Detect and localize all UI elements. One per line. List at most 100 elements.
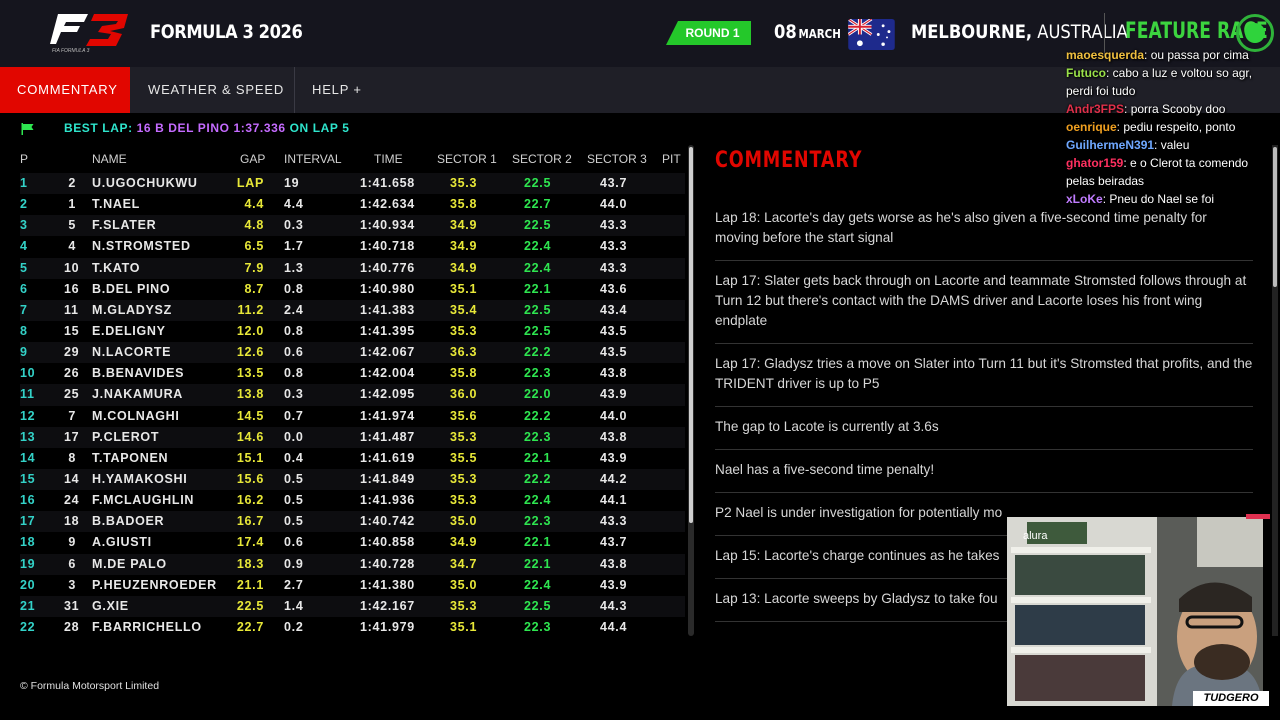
chat-message: oenrique: pediu respeito, ponto bbox=[1066, 118, 1280, 136]
row-sector-3: 43.9 bbox=[600, 387, 628, 402]
tab-help[interactable]: HELP + bbox=[295, 67, 379, 113]
row-car-number: 28 bbox=[64, 619, 80, 634]
row-lap-time: 1:41.395 bbox=[360, 323, 415, 338]
row-sector-2: 22.7 bbox=[524, 197, 552, 212]
row-lap-time: 1:41.849 bbox=[360, 471, 415, 486]
table-row: 16 24 F.MCLAUGHLIN 16.2 0.5 1:41.936 35.3 22.4 4… bbox=[20, 490, 685, 511]
chat-message: Futuco: cabo a luz e voltou so agr, perd… bbox=[1066, 64, 1280, 100]
row-sector-1: 35.8 bbox=[450, 366, 478, 381]
row-position: 4 bbox=[20, 239, 28, 254]
row-sector-3: 43.6 bbox=[600, 281, 628, 296]
row-lap-time: 1:41.936 bbox=[360, 493, 415, 508]
row-gap: 16.2 bbox=[236, 493, 264, 508]
commentary-item: Lap 17: Gladysz tries a move on Slater i… bbox=[715, 344, 1253, 407]
row-lap-time: 1:40.718 bbox=[360, 239, 415, 254]
green-flag-icon bbox=[21, 122, 34, 135]
chat-text: ou passa por cima bbox=[1150, 48, 1249, 62]
row-sector-3: 43.5 bbox=[600, 323, 628, 338]
row-sector-1: 35.3 bbox=[450, 598, 478, 613]
row-interval: 0.5 bbox=[284, 471, 304, 486]
commentary-item: Lap 17: Slater gets back through on Laco… bbox=[715, 261, 1253, 344]
chat-message: maoesquerda: ou passa por cima bbox=[1066, 46, 1280, 64]
header-sector-2: SECTOR 2 bbox=[512, 152, 572, 166]
row-position: 8 bbox=[20, 323, 28, 338]
row-sector-1: 34.9 bbox=[450, 218, 478, 233]
chat-separator: : bbox=[1144, 48, 1151, 62]
row-car-number: 11 bbox=[64, 302, 79, 317]
row-interval: 0.6 bbox=[284, 535, 304, 550]
row-car-number: 6 bbox=[68, 556, 76, 571]
round-badge: ROUND 1 bbox=[666, 21, 751, 45]
commentary-scrollbar[interactable] bbox=[1272, 145, 1278, 636]
row-driver-name: J.NAKAMURA bbox=[92, 387, 184, 402]
row-driver-name: N.STROMSTED bbox=[92, 239, 191, 254]
row-sector-3: 43.3 bbox=[600, 260, 628, 275]
row-position: 15 bbox=[20, 471, 36, 486]
chat-username: ghator159 bbox=[1066, 156, 1124, 170]
chat-username: Futuco bbox=[1066, 66, 1106, 80]
row-sector-1: 36.3 bbox=[450, 345, 478, 360]
table-row: 13 17 P.CLEROT 14.6 0.0 1:41.487 35.3 22.3 43.8 bbox=[20, 426, 685, 448]
row-lap-time: 1:41.619 bbox=[360, 450, 415, 465]
commentary-item: Nael has a five-second time penalty! bbox=[715, 450, 1253, 493]
row-position: 9 bbox=[20, 345, 28, 360]
svg-text:alura: alura bbox=[1023, 530, 1048, 542]
table-body: 1 2 U.UGOCHUKWU LAP 19 1:41.658 35.3 22.5 43.7 2 1… bbox=[20, 173, 685, 638]
table-row: 2 1 T.NAEL 4.4 4.4 1:42.634 35.8 22.7 44.0 bbox=[20, 194, 685, 215]
chat-username: oenrique bbox=[1066, 120, 1117, 134]
row-position: 22 bbox=[20, 619, 36, 634]
row-position: 12 bbox=[20, 408, 36, 423]
table-row: 8 15 E.DELIGNY 12.0 0.8 1:41.395 35.3 22.5 43.5 bbox=[20, 321, 685, 342]
series-title: FORMULA 3 2026 bbox=[150, 21, 303, 43]
row-car-number: 8 bbox=[68, 450, 76, 465]
row-sector-2: 22.1 bbox=[524, 556, 552, 571]
row-driver-name: B.BENAVIDES bbox=[92, 366, 185, 381]
row-sector-2: 22.1 bbox=[524, 535, 552, 550]
row-gap: 8.7 bbox=[244, 281, 264, 296]
tab-commentary[interactable]: COMMENTARY bbox=[0, 67, 130, 113]
row-car-number: 29 bbox=[64, 345, 80, 360]
row-sector-3: 44.0 bbox=[600, 408, 628, 423]
row-sector-2: 22.2 bbox=[524, 471, 552, 486]
row-sector-1: 34.7 bbox=[450, 556, 478, 571]
row-sector-2: 22.4 bbox=[524, 493, 552, 508]
row-sector-2: 22.1 bbox=[524, 281, 552, 296]
tab-weather-speed[interactable]: WEATHER & SPEED bbox=[131, 67, 301, 113]
row-position: 3 bbox=[20, 218, 28, 233]
row-sector-3: 44.2 bbox=[600, 471, 628, 486]
row-position: 2 bbox=[20, 197, 28, 212]
row-gap: 12.6 bbox=[236, 345, 264, 360]
row-interval: 0.2 bbox=[284, 619, 304, 634]
header-time: TIME bbox=[374, 152, 403, 166]
row-sector-1: 35.3 bbox=[450, 471, 478, 486]
row-driver-name: G.XIE bbox=[92, 598, 129, 613]
row-sector-3: 43.3 bbox=[600, 239, 628, 254]
row-sector-1: 35.4 bbox=[450, 302, 478, 317]
table-row: 17 18 B.BADOER 16.7 0.5 1:40.742 35.0 22.3 43.3 bbox=[20, 511, 685, 533]
country-name: AUSTRALIA bbox=[1037, 21, 1128, 43]
table-row: 15 14 H.YAMAKOSHI 15.6 0.5 1:41.849 35.3 22.2 44… bbox=[20, 468, 685, 491]
row-driver-name: U.UGOCHUKWU bbox=[92, 176, 198, 190]
chat-text: porra Scooby doo bbox=[1130, 102, 1226, 116]
row-driver-name: H.YAMAKOSHI bbox=[92, 471, 188, 486]
row-interval: 0.3 bbox=[284, 218, 304, 233]
row-position: 19 bbox=[20, 556, 36, 571]
standings-scrollbar[interactable] bbox=[688, 145, 694, 636]
table-row: 6 16 B.DEL PINO 8.7 0.8 1:40.980 35.1 22.1 43.6 bbox=[20, 279, 685, 300]
row-sector-2: 22.5 bbox=[524, 176, 552, 190]
row-driver-name: M.COLNAGHI bbox=[92, 408, 180, 423]
row-interval: 0.8 bbox=[284, 366, 304, 381]
header-sector-1: SECTOR 1 bbox=[437, 152, 497, 166]
row-interval: 2.4 bbox=[284, 302, 304, 317]
row-car-number: 5 bbox=[68, 218, 76, 233]
table-row: 18 9 A.GIUSTI 17.4 0.6 1:40.858 34.9 22.1 43.7 bbox=[20, 532, 685, 553]
copyright-footer: © Formula Motorsport Limited bbox=[20, 680, 160, 692]
row-sector-1: 35.3 bbox=[450, 323, 478, 338]
row-gap: 15.6 bbox=[236, 471, 264, 486]
row-gap: 22.5 bbox=[236, 598, 264, 613]
row-interval: 0.4 bbox=[284, 450, 304, 465]
row-interval: 0.3 bbox=[284, 387, 304, 402]
row-sector-3: 43.8 bbox=[600, 556, 628, 571]
webcam-overlay: alura bbox=[1007, 517, 1263, 706]
row-position: 18 bbox=[20, 535, 36, 550]
